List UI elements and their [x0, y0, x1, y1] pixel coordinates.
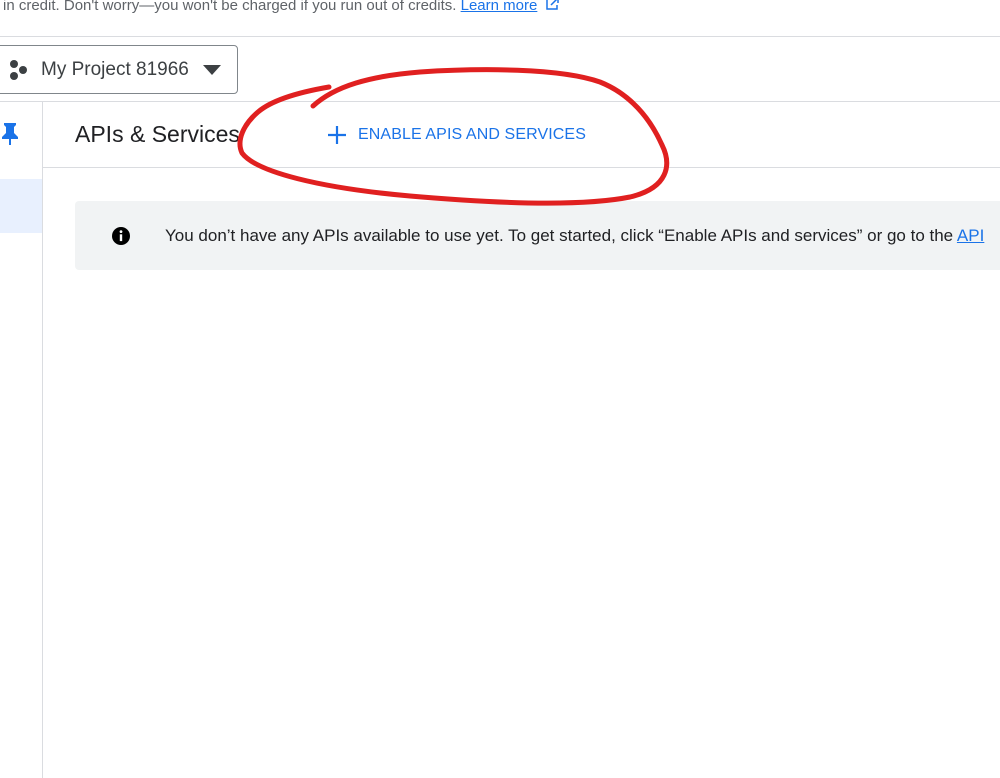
project-name: My Project 81966: [41, 58, 189, 80]
project-bar: My Project 81966: [0, 37, 1000, 102]
info-message-text: You don’t have any APIs available to use…: [165, 225, 957, 245]
nav-item-active[interactable]: [0, 179, 42, 233]
info-banner: You don’t have any APIs available to use…: [75, 201, 1000, 270]
enable-apis-button[interactable]: ENABLE APIS AND SERVICES: [326, 119, 586, 151]
info-icon: [112, 226, 130, 245]
info-message: You don’t have any APIs available to use…: [165, 226, 984, 246]
credit-banner-text: in credit. Don't worry—you won't be char…: [3, 0, 457, 14]
learn-more-link[interactable]: Learn more: [461, 0, 538, 14]
project-hub-icon: [10, 59, 27, 80]
external-link-icon[interactable]: [545, 0, 559, 11]
project-picker-button[interactable]: My Project 81966: [0, 45, 238, 94]
page-title: APIs & Services: [75, 121, 240, 147]
page-header: APIs & Services ENABLE APIS AND SERVICES: [43, 102, 1000, 168]
credit-banner: in credit. Don't worry—you won't be char…: [0, 0, 1000, 37]
plus-icon: [328, 126, 346, 144]
left-nav-rail: [0, 102, 43, 778]
pin-icon[interactable]: [0, 122, 20, 146]
dropdown-arrow-icon: [202, 64, 221, 75]
enable-apis-label: ENABLE APIS AND SERVICES: [358, 126, 586, 143]
api-library-link[interactable]: API: [957, 226, 984, 245]
